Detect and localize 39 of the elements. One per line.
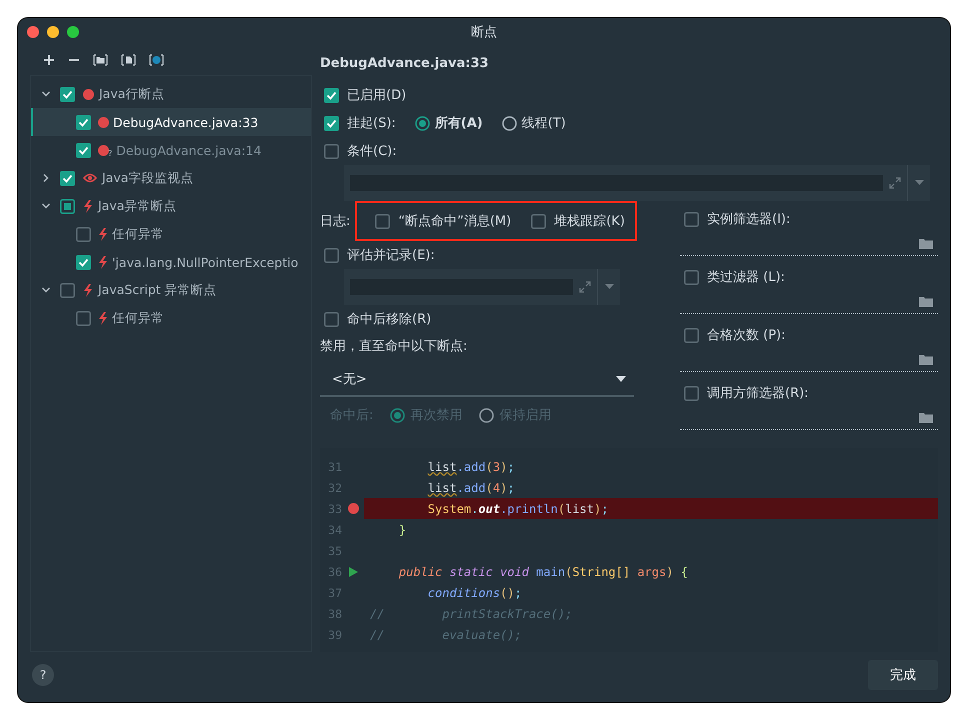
code-line: } (398, 522, 406, 536)
checkbox-label: 命中后移除(R) (347, 311, 432, 328)
checkbox-label: 实例筛选器(I): (707, 211, 790, 228)
code-line: list.add(3); (426, 460, 515, 474)
checkbox-label: 合格次数 (P): (707, 327, 786, 344)
help-button[interactable]: ? (32, 664, 54, 686)
radio-label: 所有(A) (434, 115, 483, 132)
code-line: list.add(4); (426, 480, 515, 494)
tree-item-label[interactable]: JavaScript 异常断点 (98, 282, 217, 298)
checkbox-label: 已启用(D) (347, 87, 406, 104)
tree-item-label[interactable]: Java字段监视点 (102, 170, 194, 186)
code-line: // evaluate(); (369, 628, 522, 642)
breakpoint-title: DebugAdvance.java:33 (320, 54, 490, 72)
code-line: public static void main(String[] args) { (398, 564, 688, 578)
tree-item-label[interactable]: DebugAdvance.java:33 (113, 114, 258, 130)
question-mark: ? (108, 149, 112, 158)
tree-item-label[interactable]: 任何异常 (112, 310, 164, 326)
disable-until-label: 禁用，直至命中以下断点: (320, 338, 468, 356)
radio-label: 线程(T) (522, 115, 566, 132)
tree-item-label[interactable]: Java异常断点 (98, 198, 176, 214)
checkbox-label: 调用方筛选器(R): (707, 385, 809, 402)
tree-item-label[interactable]: 'java.lang.NullPointerExceptio (112, 254, 298, 270)
checkbox-label: 堆栈跟踪(K) (554, 213, 625, 230)
checkbox-label: 类过滤器 (L): (707, 269, 785, 286)
done-button[interactable]: 完成 (868, 660, 938, 690)
checkbox-label: 挂起(S): (347, 115, 396, 132)
log-label: 日志: (320, 213, 350, 230)
checkbox-label: “断点命中”消息(M) (398, 213, 512, 230)
code-line: System.out.println(list); (426, 502, 608, 516)
breakpoint-select[interactable]: <无> (320, 363, 634, 397)
checkbox-label: 条件(C): (347, 143, 397, 160)
tree-item-label[interactable]: DebugAdvance.java:14 (116, 142, 262, 158)
checkbox-label: 评估并记录(E): (347, 247, 435, 264)
tree-item-label[interactable]: Java行断点 (99, 86, 164, 102)
selected-row[interactable]: DebugAdvance.java:33 (31, 108, 311, 136)
tree-item-label[interactable]: 任何异常 (112, 226, 164, 242)
window-title: 断点 (471, 24, 497, 40)
code-line: conditions(); (426, 586, 522, 600)
code-line: // printStackTrace(); (369, 606, 572, 620)
